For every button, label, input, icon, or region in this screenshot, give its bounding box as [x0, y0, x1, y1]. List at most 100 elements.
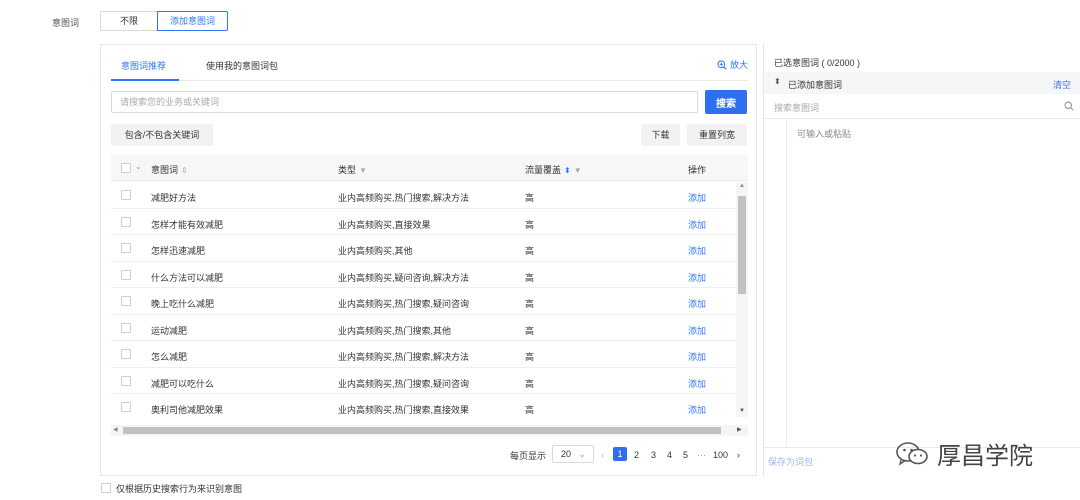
column-header-keyword[interactable]: 意图词 ⇕ — [151, 163, 188, 176]
selected-count-title: 已选意图词 ( 0/2000 ) — [774, 58, 861, 68]
row-checkbox[interactable] — [121, 375, 131, 386]
coverage-cell: 高 — [525, 193, 535, 203]
keyword-cell: 晚上吃什么减肥 — [151, 299, 215, 309]
row-checkbox[interactable] — [121, 243, 131, 253]
coverage-cell: 高 — [525, 378, 535, 389]
prev-page-icon[interactable]: ‹ — [601, 450, 604, 460]
selected-intent-search-input[interactable] — [774, 99, 1080, 117]
filter-icon[interactable]: ▼ — [359, 166, 367, 175]
row-checkbox[interactable] — [121, 349, 131, 359]
row-checkbox[interactable] — [121, 322, 131, 333]
scroll-down-arrow-icon[interactable]: ▼ — [739, 408, 745, 414]
intent-recommend-panel: 意图词推荐 使用我的意图词包 放大 搜索 包含/不包含关键词 下载 重置列宽 ⌄… — [100, 44, 757, 476]
add-link[interactable]: 添加 — [688, 350, 706, 363]
keyword-cell: 减肥可以吃什么 — [151, 378, 215, 389]
filter-add-intent-button[interactable]: 添加意图词 — [157, 11, 228, 31]
keyword-cell: 减肥好方法 — [151, 193, 197, 203]
add-link[interactable]: 添加 — [688, 297, 706, 310]
scroll-up-arrow-icon[interactable]: ▲ — [739, 183, 745, 189]
select-dropdown-chevron-icon[interactable]: ⌄ — [135, 162, 142, 171]
added-intent-section-header[interactable]: ⬍ 已添加意图词 清空 — [764, 72, 1080, 94]
table-row: 怎样才能有效减肥 业内高频购买,直接效果 高 添加 — [111, 209, 736, 235]
coverage-cell: 高 — [525, 325, 535, 336]
column-header-coverage: 流量覆盖 ⬍ ▼ — [525, 163, 582, 176]
table-horizontal-scrollbar[interactable]: ◀ ▶ — [111, 425, 748, 436]
page-size-value: 20 — [561, 449, 572, 459]
selected-intent-panel: 已选意图词 ( 0/2000 ) ⬍ 已添加意图词 清空 可输入或粘贴 保存为词… — [763, 44, 1080, 476]
search-button[interactable]: 搜索 — [705, 90, 747, 114]
add-link[interactable]: 添加 — [688, 403, 706, 416]
table-body: 减肥好方法 业内高频购买,热门搜索,解决方法 高 添加 怎样才能有效减肥 业内高… — [111, 182, 736, 417]
add-link[interactable]: 添加 — [688, 271, 706, 284]
scroll-right-arrow-icon[interactable]: ▶ — [737, 426, 742, 433]
row-checkbox[interactable] — [121, 216, 131, 227]
coverage-cell: 高 — [525, 246, 535, 256]
intent-filter-segmented: 不限 添加意图词 — [100, 11, 228, 31]
page-5[interactable]: 5 — [683, 450, 688, 460]
page-1[interactable]: 1 — [613, 447, 627, 461]
table-row: 晚上吃什么减肥 业内高频购买,热门搜索,疑问咨询 高 添加 — [111, 288, 736, 315]
row-checkbox[interactable] — [121, 296, 131, 306]
page-3[interactable]: 3 — [651, 450, 656, 460]
zoom-in-icon — [717, 59, 727, 70]
sort-icon[interactable]: ⇕ — [181, 166, 188, 175]
intent-paste-textarea[interactable]: 可输入或粘贴 — [786, 119, 1080, 447]
history-only-checkbox[interactable] — [101, 483, 111, 493]
keyword-cell: 怎样迅速减肥 — [151, 246, 206, 256]
row-checkbox[interactable] — [121, 269, 131, 280]
add-link[interactable]: 添加 — [688, 324, 706, 337]
filter-icon[interactable]: ▼ — [574, 166, 582, 175]
download-button[interactable]: 下载 — [641, 124, 680, 146]
type-cell: 业内高频购买,热门搜索,解决方法 — [338, 352, 470, 362]
sort-descending-icon[interactable]: ⬍ — [564, 166, 571, 175]
collapse-toggle-icon[interactable]: ⬍ — [774, 77, 781, 86]
clear-button[interactable]: 清空 — [1053, 78, 1071, 91]
textarea-placeholder: 可输入或粘贴 — [797, 129, 852, 139]
coverage-cell: 高 — [525, 219, 535, 230]
page-2[interactable]: 2 — [634, 450, 639, 460]
add-link[interactable]: 添加 — [688, 377, 706, 390]
coverage-cell: 高 — [525, 272, 535, 283]
page-ellipsis[interactable]: ··· — [697, 450, 706, 460]
row-checkbox[interactable] — [121, 402, 131, 412]
type-cell: 业内高频购买,热门搜索,疑问咨询 — [338, 299, 470, 309]
search-icon[interactable] — [1064, 101, 1074, 111]
scroll-left-arrow-icon[interactable]: ◀ — [113, 426, 118, 433]
save-as-pack-link[interactable]: 保存为词包 — [768, 455, 813, 468]
tab-intent-recommend[interactable]: 意图词推荐 — [121, 59, 166, 72]
table-vertical-scrollbar[interactable]: ▲ ▼ — [736, 182, 748, 417]
coverage-cell: 高 — [525, 299, 535, 309]
page-size-select[interactable]: 20 ⌄ — [552, 445, 594, 463]
table-row: 怎样迅速减肥 业内高频购买,其他 高 添加 — [111, 235, 736, 262]
active-tab-indicator — [111, 79, 179, 81]
wechat-icon — [896, 441, 928, 466]
watermark-text: 厚昌学院 — [937, 442, 1033, 470]
add-link[interactable]: 添加 — [688, 244, 706, 257]
include-exclude-keywords-button[interactable]: 包含/不包含关键词 — [111, 124, 213, 146]
add-link[interactable]: 添加 — [688, 191, 706, 204]
zoom-button[interactable]: 放大 — [717, 58, 748, 71]
keyword-cell: 运动减肥 — [151, 325, 188, 336]
reset-column-width-button[interactable]: 重置列宽 — [687, 124, 747, 146]
type-cell: 业内高频购买,其他 — [338, 246, 413, 256]
horizontal-scroll-thumb[interactable] — [123, 427, 721, 434]
vertical-scroll-thumb[interactable] — [738, 196, 746, 294]
filter-unlimited-button[interactable]: 不限 — [100, 11, 158, 31]
select-all-checkbox[interactable] — [121, 163, 131, 173]
page-4[interactable]: 4 — [667, 450, 672, 460]
keyword-cell: 什么方法可以减肥 — [151, 272, 224, 283]
coverage-cell: 高 — [525, 352, 535, 362]
coverage-cell: 高 — [525, 405, 535, 415]
add-link[interactable]: 添加 — [688, 218, 706, 231]
column-coverage-label: 流量覆盖 — [525, 165, 562, 175]
type-cell: 业内高频购买,疑问咨询,解决方法 — [338, 272, 470, 283]
zoom-label: 放大 — [729, 60, 748, 70]
added-intent-label: 已添加意图词 — [788, 80, 843, 90]
table-header: ⌄ 意图词 ⇕ 类型 ▼ 流量覆盖 ⬍ ▼ 操作 — [111, 155, 748, 181]
business-keyword-search-input[interactable] — [111, 91, 698, 113]
next-page-icon[interactable]: › — [737, 450, 740, 460]
row-checkbox[interactable] — [121, 190, 131, 200]
keyword-cell: 怎么减肥 — [151, 352, 188, 362]
tab-my-intent-pack[interactable]: 使用我的意图词包 — [206, 59, 278, 72]
page-100[interactable]: 100 — [713, 450, 728, 460]
